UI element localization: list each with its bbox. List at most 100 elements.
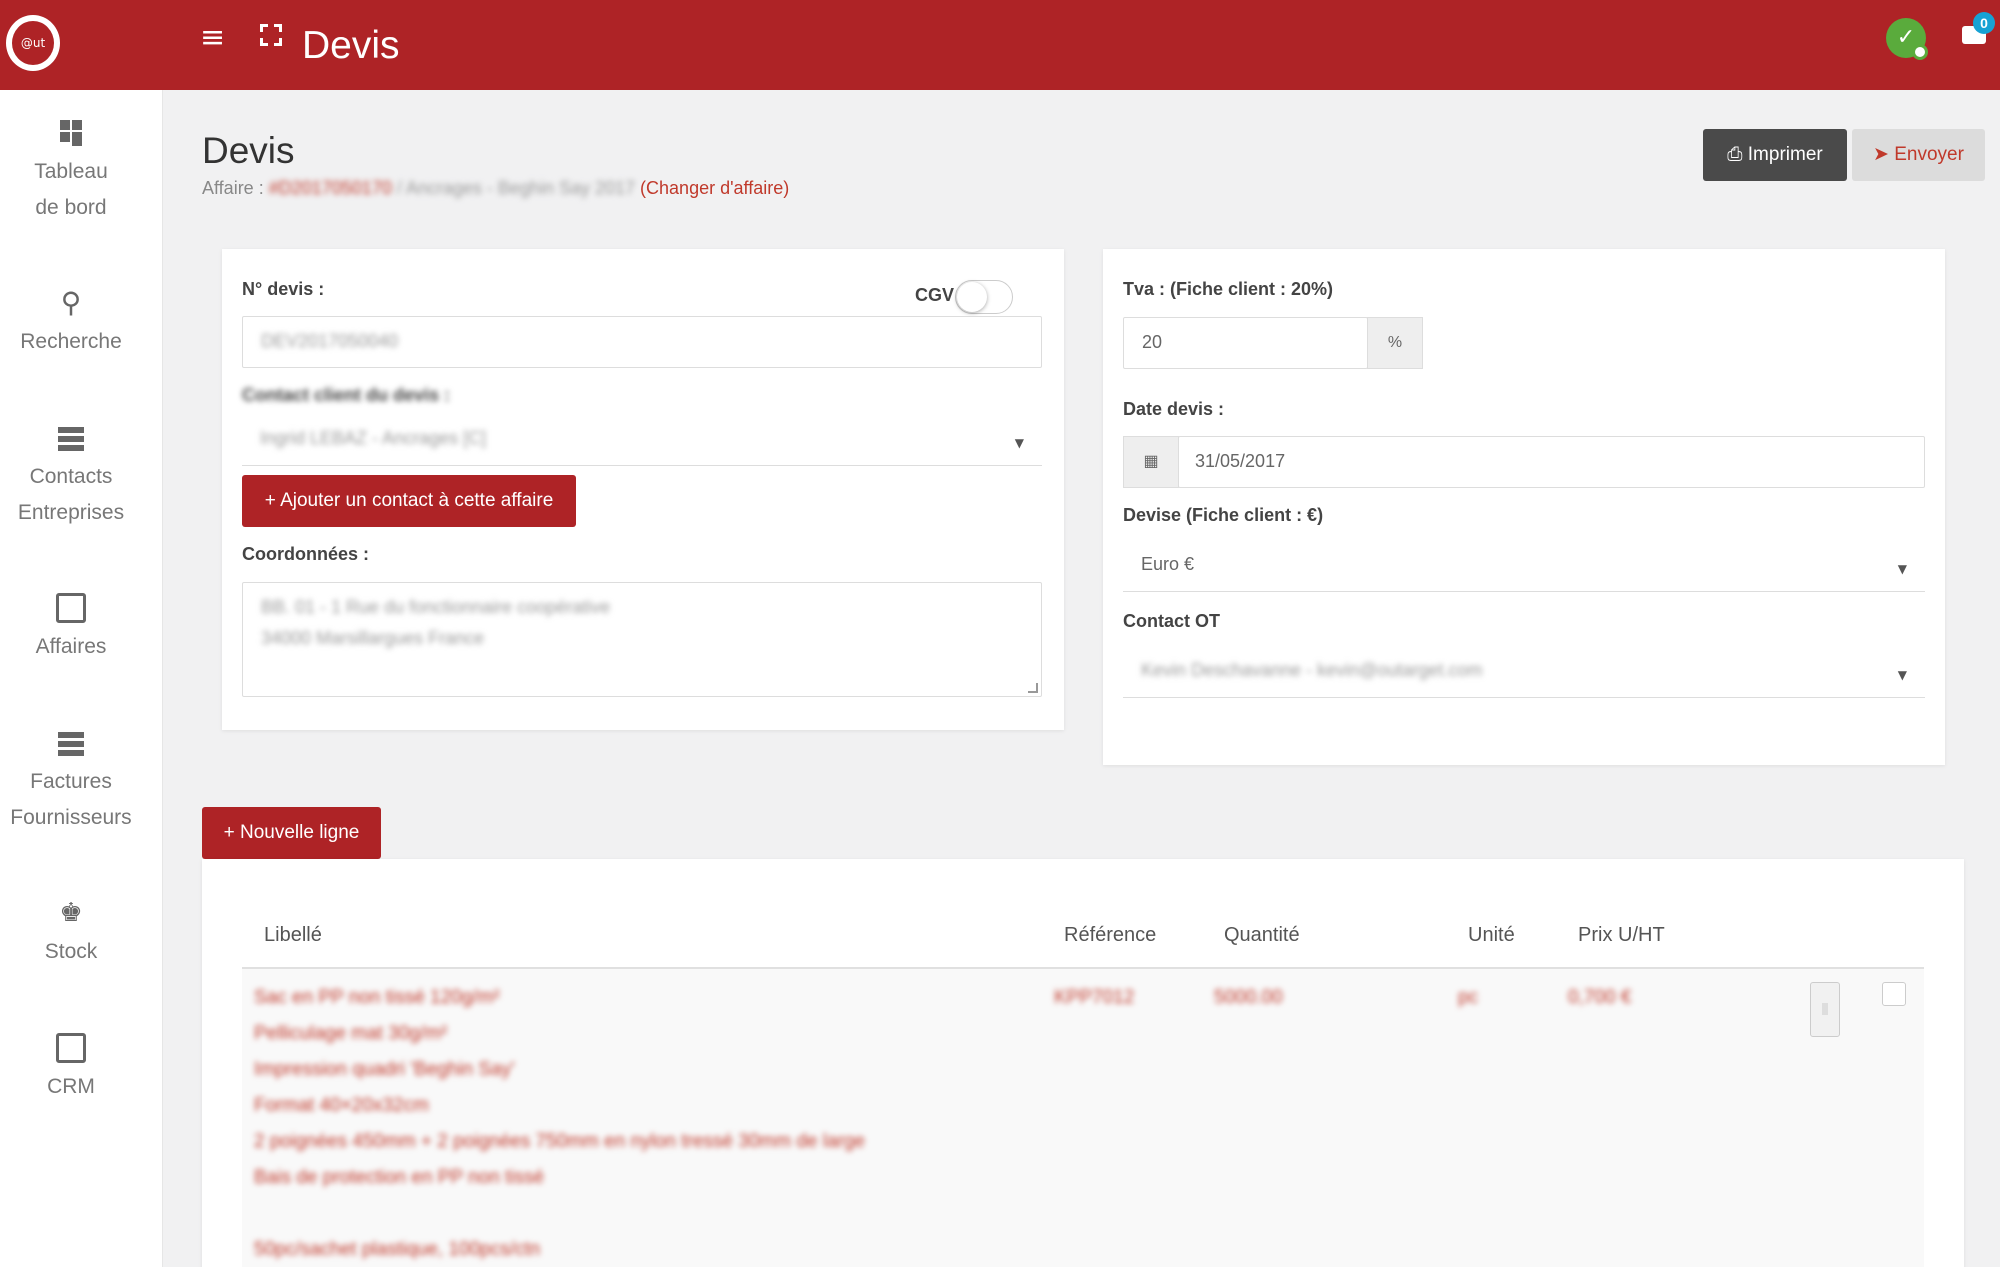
add-contact-label: Ajouter un contact à cette affaire xyxy=(280,490,554,511)
sidebar-label: Recherche xyxy=(20,330,122,353)
cgv-label: CGV xyxy=(915,285,955,305)
new-line-button[interactable]: + Nouvelle ligne xyxy=(202,807,381,859)
status-dot xyxy=(1912,44,1928,60)
coordinates-textarea[interactable]: BB. 01 - 1 Rue du fonctionnaire coopérat… xyxy=(242,582,1042,697)
top-bar: @ut ≡ Devis ✓ 0 xyxy=(0,0,2000,90)
contact-client-label: Contact client du devis : xyxy=(242,385,451,405)
row-libelle-line: Sac en PP non tissé 120g/m² xyxy=(254,987,500,1008)
tva-value: 20 xyxy=(1142,332,1163,352)
sidebar-label: Tableau xyxy=(34,160,108,183)
contact-ot-label: Contact OT xyxy=(1123,611,1220,631)
tva-input[interactable]: 20 xyxy=(1123,317,1368,369)
column-header-quantite: Quantité xyxy=(1224,924,1300,946)
calendar-icon[interactable]: ▦ xyxy=(1123,436,1179,488)
sidebar-label: Entreprises xyxy=(17,501,125,524)
print-button[interactable]: ⎙ Imprimer xyxy=(1703,129,1847,181)
change-affaire-link[interactable]: (Changer d'affaire) xyxy=(640,178,789,198)
app-logo[interactable]: @ut xyxy=(6,15,60,71)
send-button[interactable]: ➤ Envoyer xyxy=(1852,129,1985,181)
row-libelle-line: Bais de protection en PP non tissé xyxy=(254,1167,545,1188)
drag-handle-icon[interactable] xyxy=(1810,982,1840,1037)
contact-ot-value: Kevin Deschavanne - kevin@outarget.com xyxy=(1141,660,1483,680)
percent-addon: % xyxy=(1367,317,1423,369)
cgv-toggle[interactable] xyxy=(955,280,1013,314)
new-line-label: + Nouvelle ligne xyxy=(223,822,360,843)
toggle-knob xyxy=(957,282,987,312)
plus-icon: + xyxy=(264,490,276,511)
row-libelle-line: Impression quadri 'Beghin Say' xyxy=(254,1059,515,1080)
notification-badge: 0 xyxy=(1973,12,1995,34)
tva-label: Tva : (Fiche client : 20%) xyxy=(1123,279,1334,299)
sidebar-item-contacts[interactable]: Contacts Entreprises xyxy=(0,423,142,531)
chevron-down-icon: ▼ xyxy=(1897,668,1907,682)
column-header-unite: Unité xyxy=(1468,924,1515,946)
row-unite: pc xyxy=(1458,987,1479,1008)
affaire-id[interactable]: #D2017050170 xyxy=(269,178,392,198)
sidebar-label: Factures xyxy=(30,770,112,793)
row-libelle-line: Pelliculage mat 30g/m² xyxy=(254,1023,448,1044)
table-row[interactable] xyxy=(242,969,1924,1267)
contact-ot-select[interactable]: Kevin Deschavanne - kevin@outarget.com ▼ xyxy=(1123,646,1925,698)
send-label: Envoyer xyxy=(1894,144,1964,165)
row-quantite: 5000.00 xyxy=(1214,987,1283,1008)
send-icon: ➤ xyxy=(1873,144,1889,165)
quote-settings-panel: Tva : (Fiche client : 20%) 20 % Date dev… xyxy=(1103,249,1945,765)
column-header-reference: Référence xyxy=(1064,924,1157,946)
date-label: Date devis : xyxy=(1123,399,1225,419)
sidebar-label: Stock xyxy=(44,940,98,963)
deals-icon xyxy=(56,593,86,623)
row-prix: 0,700 € xyxy=(1568,987,1632,1008)
devis-number-label: N° devis : xyxy=(242,279,325,299)
sidebar-label: Contacts xyxy=(29,465,113,488)
affaire-label: Affaire : xyxy=(202,178,264,198)
topbar-title: Devis xyxy=(302,24,400,67)
coordinates-label: Coordonnées : xyxy=(242,544,370,564)
row-libelle-line: 50pc/sachet plastique, 100pcs/ctn xyxy=(254,1239,541,1260)
stock-icon: ♚ xyxy=(59,898,83,928)
devis-number-value: DEV2017050040 xyxy=(261,331,399,351)
dashboard-icon xyxy=(56,118,86,148)
sidebar-label: Affaires xyxy=(35,635,107,658)
sidebar-label: Fournisseurs xyxy=(10,806,132,829)
sidebar-item-crm[interactable]: CRM xyxy=(0,1033,142,1105)
breadcrumb: Affaire : #D2017050170 / Ancrages - Begh… xyxy=(202,178,789,199)
quote-details-panel: N° devis : CGV DEV2017050040 Contact cli… xyxy=(222,249,1064,730)
sidebar-label: de bord xyxy=(35,196,107,219)
row-libelle-line: 2 poignées 450mm + 2 poignées 750mm en n… xyxy=(254,1131,865,1152)
devise-label: Devise (Fiche client : €) xyxy=(1123,505,1324,525)
logo-text: @ut xyxy=(12,21,54,65)
fullscreen-icon[interactable] xyxy=(260,24,282,46)
column-header-libelle: Libellé xyxy=(264,924,322,946)
printer-icon: ⎙ xyxy=(1727,144,1743,165)
contacts-icon xyxy=(56,423,86,453)
row-reference: KPP7012 xyxy=(1054,987,1135,1008)
hamburger-icon[interactable]: ≡ xyxy=(200,20,225,55)
add-contact-button[interactable]: + Ajouter un contact à cette affaire xyxy=(242,475,576,527)
devise-select[interactable]: Euro € ▼ xyxy=(1123,540,1925,592)
sidebar: Tableau de bord ⚲ Recherche Contacts Ent… xyxy=(0,90,163,1267)
sidebar-item-dashboard[interactable]: Tableau de bord xyxy=(0,118,142,226)
column-header-prix: Prix U/HT xyxy=(1578,924,1665,946)
affaire-name: / Ancrages - Beghin Say 2017 xyxy=(396,178,636,198)
page-title: Devis xyxy=(202,130,295,171)
crm-icon xyxy=(56,1033,86,1063)
row-checkbox[interactable] xyxy=(1882,982,1906,1006)
print-label: Imprimer xyxy=(1747,144,1823,165)
resize-handle-icon[interactable] xyxy=(1028,683,1038,693)
devise-value: Euro € xyxy=(1141,554,1195,574)
chevron-down-icon: ▼ xyxy=(1014,436,1024,450)
quote-lines-table: Libellé Référence Quantité Unité Prix U/… xyxy=(202,859,1964,1267)
sidebar-item-stock[interactable]: ♚ Stock xyxy=(0,898,142,970)
invoices-icon xyxy=(56,728,86,758)
contact-client-select[interactable]: Ingrid LEBAZ - Ancrages [C] ▼ xyxy=(242,414,1042,466)
devis-number-field[interactable]: DEV2017050040 xyxy=(242,316,1042,368)
search-icon: ⚲ xyxy=(60,286,82,319)
sidebar-label: CRM xyxy=(47,1075,95,1098)
sidebar-item-factures[interactable]: Factures Fournisseurs xyxy=(0,728,142,836)
date-input[interactable]: 31/05/2017 xyxy=(1178,436,1925,488)
chevron-down-icon: ▼ xyxy=(1897,562,1907,576)
sidebar-item-search[interactable]: ⚲ Recherche xyxy=(0,288,142,360)
row-libelle-line: Format 40×20x32cm xyxy=(254,1095,429,1116)
sidebar-item-affaires[interactable]: Affaires xyxy=(0,593,142,665)
date-value: 31/05/2017 xyxy=(1195,451,1286,471)
